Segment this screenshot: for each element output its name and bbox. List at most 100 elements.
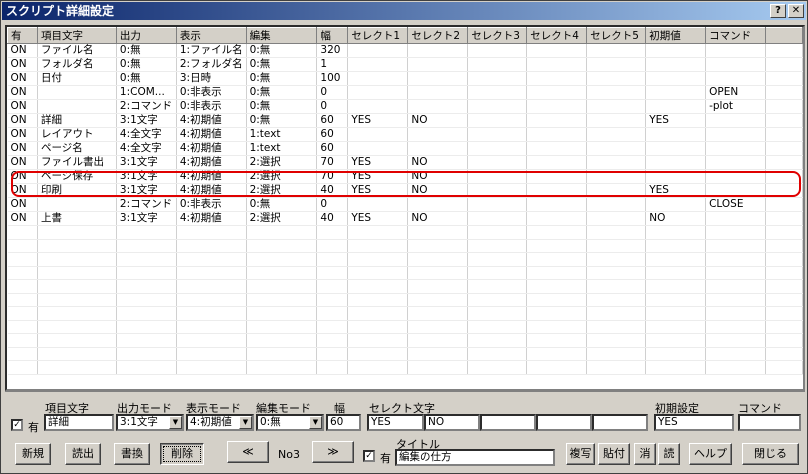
table-cell[interactable]: [765, 320, 803, 334]
table-cell[interactable]: 60: [316, 141, 349, 156]
table-cell[interactable]: 4:全文字: [116, 141, 177, 156]
table-cell[interactable]: [316, 333, 349, 348]
table-cell[interactable]: 0:無: [116, 57, 177, 72]
table-cell[interactable]: [705, 239, 767, 253]
table-row[interactable]: [7, 306, 803, 321]
table-cell[interactable]: [7, 279, 38, 294]
table-cell[interactable]: [246, 306, 318, 321]
table-cell[interactable]: [467, 293, 528, 307]
table-cell[interactable]: 3:1文字: [116, 211, 177, 226]
table-cell[interactable]: [765, 155, 803, 170]
table-cell[interactable]: [347, 225, 409, 240]
table-cell[interactable]: [316, 266, 349, 280]
column-header[interactable]: 幅: [316, 27, 349, 44]
table-cell[interactable]: [347, 306, 409, 321]
copy-button[interactable]: 複写: [566, 443, 595, 465]
table-cell[interactable]: 0:無: [246, 197, 318, 212]
table-cell[interactable]: 4:全文字: [116, 127, 177, 142]
table-cell[interactable]: [526, 57, 588, 72]
table-cell[interactable]: [645, 266, 707, 280]
next-button[interactable]: ≫: [312, 441, 354, 463]
table-cell[interactable]: CLOSE: [705, 197, 767, 212]
table-cell[interactable]: [116, 320, 177, 334]
table-cell[interactable]: [645, 85, 707, 100]
table-cell[interactable]: 60: [316, 127, 349, 142]
table-cell[interactable]: [347, 239, 409, 253]
table-cell[interactable]: [645, 155, 707, 170]
table-cell[interactable]: [586, 320, 647, 334]
table-cell[interactable]: [645, 306, 707, 321]
table-cell[interactable]: NO: [407, 183, 469, 198]
enabled-checkbox[interactable]: ✓: [11, 419, 23, 431]
table-cell[interactable]: [586, 169, 647, 184]
table-row[interactable]: [7, 333, 803, 348]
table-cell[interactable]: [526, 266, 588, 280]
table-cell[interactable]: [116, 306, 177, 321]
table-cell[interactable]: [37, 197, 117, 212]
table-cell[interactable]: [645, 239, 707, 253]
table-cell[interactable]: [407, 333, 469, 348]
table-cell[interactable]: [586, 347, 647, 361]
table-cell[interactable]: [586, 127, 647, 142]
table-cell[interactable]: 1:COM...: [116, 85, 177, 100]
table-cell[interactable]: [246, 293, 318, 307]
table-cell[interactable]: 0:無: [246, 43, 318, 58]
table-cell[interactable]: [645, 293, 707, 307]
table-cell[interactable]: [176, 293, 247, 307]
table-cell[interactable]: [467, 113, 528, 128]
table-cell[interactable]: [586, 333, 647, 348]
edit-mode-select[interactable]: 0:無 ▼: [256, 414, 324, 431]
table-cell[interactable]: [586, 225, 647, 240]
table-cell[interactable]: [526, 141, 588, 156]
table-cell[interactable]: [407, 293, 469, 307]
help-icon[interactable]: ?: [770, 4, 786, 18]
table-cell[interactable]: [645, 43, 707, 58]
table-cell[interactable]: [705, 225, 767, 240]
table-cell[interactable]: [765, 43, 803, 58]
table-cell[interactable]: [586, 279, 647, 294]
table-cell[interactable]: NO: [407, 113, 469, 128]
table-cell[interactable]: [116, 333, 177, 348]
table-cell[interactable]: [705, 306, 767, 321]
table-cell[interactable]: [765, 99, 803, 114]
item-text-input[interactable]: 詳細: [44, 414, 114, 431]
column-header[interactable]: セレクト5: [586, 27, 647, 44]
title-input[interactable]: 編集の仕方: [395, 449, 555, 466]
table-cell[interactable]: [246, 266, 318, 280]
table-cell[interactable]: [467, 252, 528, 267]
table-row[interactable]: [7, 347, 803, 361]
column-header[interactable]: 表示: [175, 27, 247, 44]
table-cell[interactable]: [705, 57, 767, 72]
table-cell[interactable]: [526, 320, 588, 334]
table-cell[interactable]: [347, 71, 409, 86]
table-cell[interactable]: [176, 306, 247, 321]
table-cell[interactable]: YES: [347, 183, 409, 198]
table-cell[interactable]: [467, 360, 528, 375]
load-button[interactable]: 読出: [65, 443, 101, 465]
table-cell[interactable]: [645, 57, 707, 72]
table-cell[interactable]: [347, 99, 409, 114]
table-cell[interactable]: [176, 239, 247, 253]
table-cell[interactable]: [7, 333, 38, 348]
table-cell[interactable]: [586, 57, 647, 72]
table-cell[interactable]: 70: [316, 155, 349, 170]
table-cell[interactable]: [407, 252, 469, 267]
table-cell[interactable]: [176, 252, 247, 267]
table-cell[interactable]: 40: [316, 183, 349, 198]
table-cell[interactable]: [467, 155, 528, 170]
output-mode-select[interactable]: 3:1文字 ▼: [116, 414, 184, 431]
table-cell[interactable]: [586, 155, 647, 170]
table-row[interactable]: ON 上書 3:1文字 4:初期値 2:選択 40 YES NO NO: [7, 211, 803, 226]
table-cell[interactable]: [705, 252, 767, 267]
column-header[interactable]: 初期値: [645, 27, 707, 44]
table-cell[interactable]: [407, 320, 469, 334]
table-cell[interactable]: 0: [316, 99, 349, 114]
table-cell[interactable]: 3:1文字: [116, 155, 177, 170]
table-cell[interactable]: [347, 141, 409, 156]
table-cell[interactable]: [586, 360, 647, 375]
table-cell[interactable]: [176, 279, 247, 294]
table-cell[interactable]: [645, 347, 707, 361]
table-cell[interactable]: レイアウト: [37, 127, 117, 142]
table-row[interactable]: ON 1:COM... 0:非表示 0:無 0 OPEN: [7, 85, 803, 100]
table-cell[interactable]: YES: [645, 113, 707, 128]
